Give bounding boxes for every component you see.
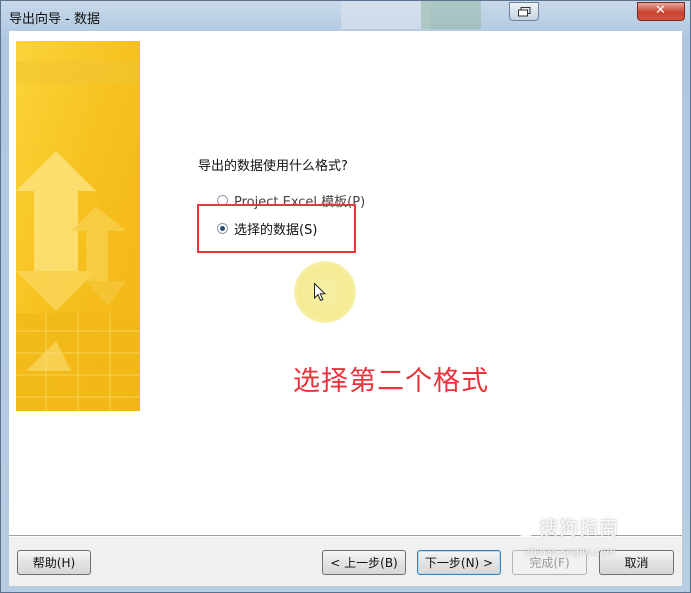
restore-button[interactable]: [509, 2, 539, 21]
watermark-text: 搜狗指南: [539, 517, 620, 539]
wizard-content: 导出的数据使用什么格式? Project Excel 模板(P) 选择的数据(S…: [9, 31, 682, 535]
mouse-cursor-icon: [314, 283, 326, 302]
next-button[interactable]: 下一步(N) >: [417, 550, 501, 575]
restore-icon: [518, 7, 531, 17]
title-bar[interactable]: 导出向导 - 数据 ✕: [1, 1, 690, 31]
sogou-logo-icon: S: [515, 515, 537, 537]
window-title: 导出向导 - 数据: [9, 12, 100, 27]
background-ghost: [421, 1, 481, 29]
export-wizard-window: 导出向导 - 数据 ✕ 导出的数据使用什么格式? Project Excel 模…: [0, 0, 691, 593]
annotation-text: 选择第二个格式: [293, 366, 489, 397]
wizard-banner-image: [16, 41, 140, 411]
background-ghost: [341, 1, 431, 29]
close-button[interactable]: ✕: [637, 2, 685, 21]
back-button[interactable]: < 上一步(B): [322, 550, 406, 575]
wizard-client-area: 导出的数据使用什么格式? Project Excel 模板(P) 选择的数据(S…: [9, 31, 682, 586]
highlight-box: [197, 204, 356, 253]
close-icon: ✕: [655, 3, 666, 18]
format-question-label: 导出的数据使用什么格式?: [198, 159, 348, 174]
help-button[interactable]: 帮助(H): [17, 550, 91, 575]
watermark-url: zhinan.sogou.com: [525, 547, 617, 558]
